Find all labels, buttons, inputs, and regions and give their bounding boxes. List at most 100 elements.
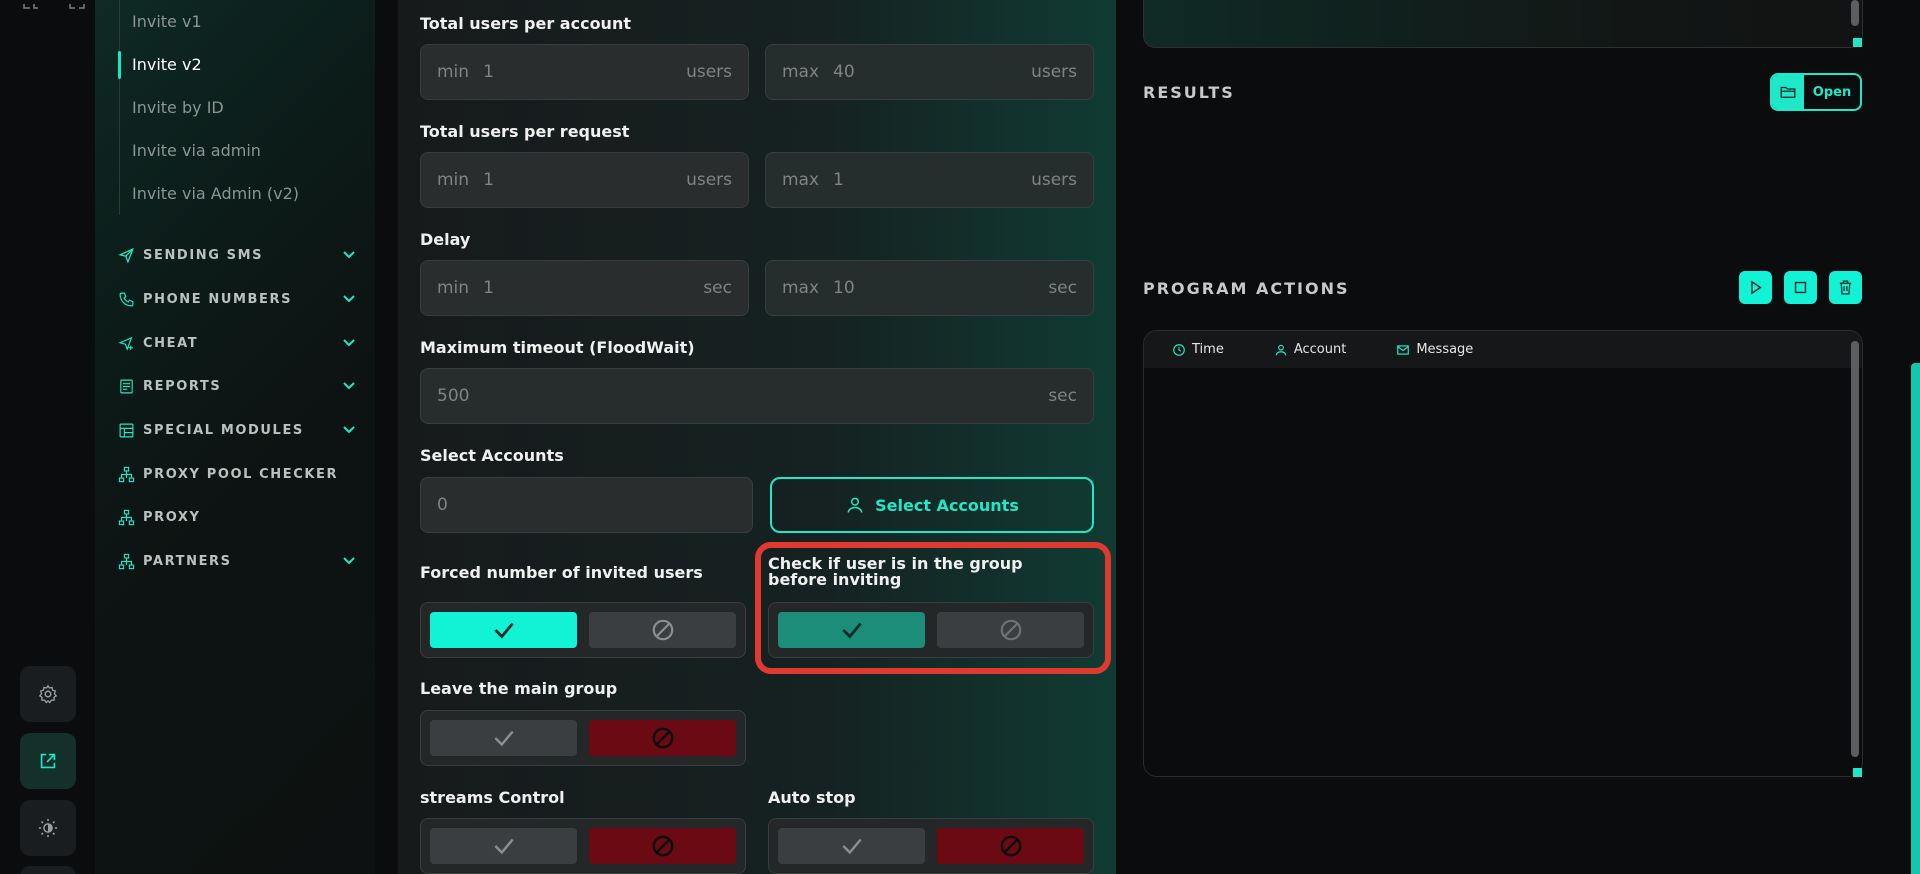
folder-icon — [1772, 75, 1804, 109]
program-actions-log: Time Account Message — [1143, 330, 1863, 777]
nav-item-partners[interactable]: PARTNERS — [117, 546, 357, 576]
submenu-item-invite-v1[interactable]: Invite v1 — [120, 0, 299, 43]
chevron-down-icon[interactable] — [341, 291, 357, 307]
check-icon — [841, 838, 862, 855]
network-icon — [117, 508, 135, 526]
mail-icon — [1397, 344, 1410, 355]
chevron-down-icon[interactable] — [341, 422, 357, 438]
ban-icon — [652, 727, 673, 749]
chevron-down-icon[interactable] — [341, 378, 357, 394]
leave-main-group-toggle — [420, 710, 746, 766]
theme-toggle-button[interactable] — [20, 800, 76, 856]
results-title: RESULTS — [1143, 83, 1235, 102]
ban-icon — [652, 619, 673, 641]
ban-icon — [652, 835, 673, 857]
user-icon — [847, 497, 863, 513]
sun-icon — [38, 818, 58, 838]
clock-icon — [1173, 343, 1185, 356]
clear-log-button[interactable] — [1829, 271, 1862, 304]
auto-stop-toggle — [768, 818, 1094, 874]
gear-icon — [38, 684, 58, 704]
log-table-header: Time Account Message — [1144, 331, 1862, 368]
check-icon — [493, 838, 514, 855]
label-forced-number: Forced number of invited users — [420, 563, 703, 582]
nav-item-special-modules[interactable]: SPECIAL MODULES — [117, 415, 357, 445]
column-time: Time — [1172, 342, 1224, 357]
rail-top-icons — [22, 0, 86, 16]
label-auto-stop: Auto stop — [768, 788, 856, 807]
max-timeout-input[interactable]: 500 sec — [420, 368, 1094, 424]
submenu-item-invite-via-admin-v2[interactable]: Invite via Admin (v2) — [120, 172, 299, 215]
leave-main-group-yes-button[interactable] — [430, 720, 577, 756]
accounts-count-input[interactable]: 0 — [420, 477, 753, 533]
phone-icon — [117, 290, 135, 308]
collapse-icon[interactable] — [22, 0, 40, 16]
streams-control-no-button[interactable] — [589, 828, 736, 864]
trash-icon — [1839, 280, 1852, 295]
chevron-down-icon[interactable] — [341, 247, 357, 263]
app-window: Invite v1 Invite v2 Invite by ID Invite … — [0, 0, 1920, 874]
textarea-scrollbar[interactable] — [1851, 0, 1859, 26]
highlight-box — [755, 542, 1111, 674]
chevron-down-icon[interactable] — [341, 553, 357, 569]
check-icon — [493, 730, 514, 747]
nav-item-cheat[interactable]: CHEAT — [117, 328, 357, 358]
play-icon — [1751, 280, 1762, 295]
users-per-request-max-input[interactable]: max 1 users — [765, 152, 1094, 208]
expand-icon[interactable] — [68, 0, 86, 16]
users-per-request-min-input[interactable]: min 1 users — [420, 152, 749, 208]
users-per-account-max-input[interactable]: max 40 users — [765, 44, 1094, 100]
column-account: Account — [1274, 342, 1346, 357]
external-link-icon — [40, 753, 56, 769]
auto-stop-yes-button[interactable] — [778, 828, 925, 864]
open-results-button[interactable]: Open — [1770, 73, 1862, 111]
auto-stop-no-button[interactable] — [937, 828, 1084, 864]
delay-min-input[interactable]: min 1 sec — [420, 260, 749, 316]
column-message: Message — [1396, 342, 1473, 357]
streams-control-yes-button[interactable] — [430, 828, 577, 864]
network-icon — [117, 552, 135, 570]
page-scrollbar[interactable] — [1911, 363, 1920, 874]
streams-control-toggle — [420, 818, 746, 874]
log-resize-handle[interactable] — [1853, 768, 1862, 777]
select-accounts-button[interactable]: Select Accounts — [770, 477, 1094, 533]
label-users-per-account: Total users per account — [420, 14, 631, 33]
forced-number-toggle — [420, 602, 746, 658]
nav-item-proxy[interactable]: PROXY — [117, 502, 357, 532]
user-icon — [1275, 344, 1287, 355]
resize-handle[interactable] — [1853, 38, 1862, 47]
nav-item-reports[interactable]: REPORTS — [117, 371, 357, 401]
sidebar: Invite v1 Invite v2 Invite by ID Invite … — [95, 0, 375, 874]
delay-max-input[interactable]: max 10 sec — [765, 260, 1094, 316]
send-icon — [117, 246, 135, 264]
log-scrollbar[interactable] — [1851, 341, 1859, 757]
label-users-per-request: Total users per request — [420, 122, 630, 141]
submenu-item-invite-v2[interactable]: Invite v2 — [118, 43, 299, 86]
forced-number-yes-button[interactable] — [430, 612, 577, 648]
ban-icon — [1000, 835, 1021, 857]
label-leave-main-group: Leave the main group — [420, 679, 618, 698]
rail-button-partial[interactable] — [20, 866, 76, 874]
submenu-item-invite-by-id[interactable]: Invite by ID — [120, 86, 299, 129]
leave-main-group-no-button[interactable] — [589, 720, 736, 756]
nav-item-phone-numbers[interactable]: PHONE NUMBERS — [117, 284, 357, 314]
nav-item-sending-sms[interactable]: SENDING SMS — [117, 240, 357, 270]
icon-rail — [0, 0, 95, 874]
report-icon — [117, 377, 135, 395]
chevron-down-icon[interactable] — [341, 335, 357, 351]
program-actions-title: PROGRAM ACTIONS — [1143, 279, 1350, 298]
start-button[interactable] — [1739, 271, 1772, 304]
submenu-item-invite-via-admin[interactable]: Invite via admin — [120, 129, 299, 172]
settings-button[interactable] — [20, 666, 76, 722]
nav-item-proxy-pool-checker[interactable]: PROXY POOL CHECKER — [117, 459, 357, 489]
stop-button[interactable] — [1784, 271, 1817, 304]
network-icon — [117, 465, 135, 483]
input-textarea[interactable] — [1143, 0, 1863, 48]
forced-number-no-button[interactable] — [589, 612, 736, 648]
users-per-account-min-input[interactable]: min 1 users — [420, 44, 749, 100]
grid-icon — [117, 421, 135, 439]
external-link-button[interactable] — [20, 733, 76, 789]
label-max-timeout: Maximum timeout (FloodWait) — [420, 338, 695, 357]
send-plus-icon — [117, 334, 135, 352]
check-icon — [493, 622, 514, 639]
